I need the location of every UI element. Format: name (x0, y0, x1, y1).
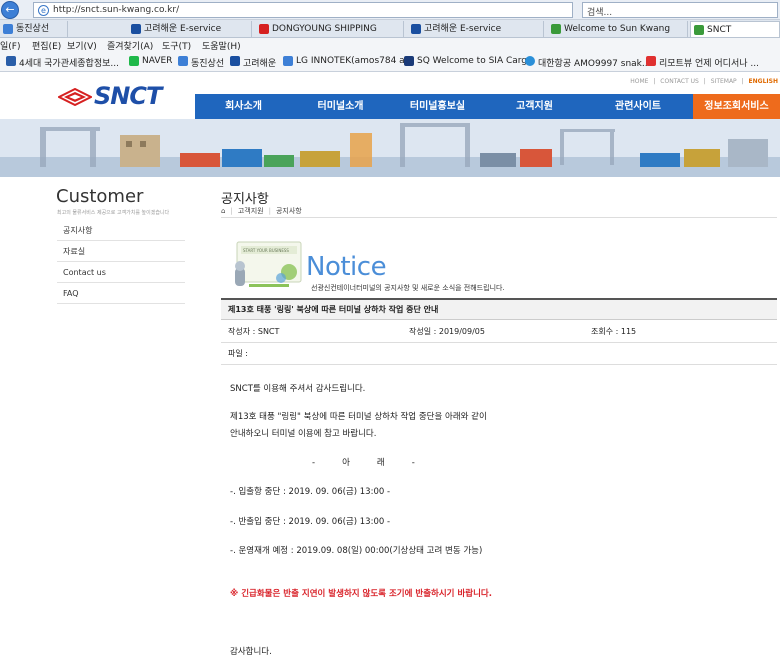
sidebar-item-contact-us[interactable]: Contact us (57, 262, 185, 283)
tab-ckline-2[interactable]: 고려해운 E-service (408, 21, 544, 37)
contact-us-link[interactable]: CONTACT US (660, 78, 699, 85)
post-body-line: -. 운영재개 예정 : 2019.09. 08(일) 00:00(기상상태 고… (230, 546, 483, 556)
favorite-korean-air[interactable]: 대한항공 AMO9997 snak... (525, 56, 650, 69)
tab-sunkwang[interactable]: Welcome to Sun Kwang (548, 21, 688, 37)
sidebar-item-faq[interactable]: FAQ (57, 283, 185, 304)
breadcrumb-notice[interactable]: 공지사항 (276, 207, 302, 215)
tab-favicon-icon (411, 24, 421, 34)
post-urgent-notice: ※ 긴급화물은 반출 지연이 발생하지 않도록 조기에 반출하시기 바랍니다. (230, 589, 492, 599)
favorite-lginnotek[interactable]: LG INNOTEK(amos784 a... (283, 56, 413, 66)
sidebar-subtitle: 최고의 물류서비스 제공으로 고객가치를 높이겠습니다 (57, 210, 170, 216)
terminal-banner-image (0, 119, 780, 177)
favorite-icon (178, 56, 188, 66)
notice-description: 선광신컨테이너터미널의 공지사항 및 새로운 소식을 전해드립니다. (311, 284, 505, 292)
favorite-dongjin[interactable]: 동진상선 (178, 56, 224, 69)
tab-favicon-icon (3, 24, 13, 34)
nav-pr[interactable]: 터미널홍보실 (389, 94, 486, 119)
menu-edit[interactable]: 편집(E) (32, 39, 61, 52)
notice-illustration-icon: START YOUR BUSINESS (235, 241, 302, 287)
favorite-icon (404, 56, 414, 66)
ie-page-icon: e (38, 5, 49, 16)
page-title: 공지사항 (221, 192, 269, 207)
main-navigation: 회사소개 터미널소개 터미널홍보실 고객지원 관련사이트 정보조회서비스 (195, 94, 780, 119)
menu-favorites[interactable]: 즐겨찾기(A) (107, 39, 153, 52)
favorite-remoteview[interactable]: 리모트뷰 언제 어디서나 ... (646, 56, 759, 69)
sidebar-item-archive[interactable]: 자료실 (57, 241, 185, 262)
post-body-heading: - 아 래 - (312, 458, 415, 468)
favorite-icon (525, 56, 535, 66)
tab-favicon-icon (259, 24, 269, 34)
post-file-row: 파일 : (221, 343, 777, 365)
menu-file[interactable]: 일(F) (0, 39, 20, 52)
breadcrumb-customer-support[interactable]: 고객지원 (238, 207, 264, 215)
post-body-line: -. 입출항 중단 : 2019. 09. 06(금) 13:00 - (230, 487, 391, 497)
home-link[interactable]: HOME (630, 78, 648, 85)
favorite-ckline[interactable]: 고려해운 (230, 56, 276, 69)
title-divider (221, 217, 777, 218)
favorite-icon (646, 56, 656, 66)
top-utility-links: HOME | CONTACT US | SITEMAP | ENGLISH (630, 78, 778, 85)
favorite-sia-cargo[interactable]: SQ Welcome to SIA Cargo (404, 56, 533, 66)
nav-company[interactable]: 회사소개 (195, 94, 292, 119)
menu-tools[interactable]: 도구(T) (162, 39, 191, 52)
nav-info-service[interactable]: 정보조회서비스 (693, 94, 780, 119)
tab-bar: 동진상선 고려해운 E-service DONGYOUNG SHIPPING 고… (0, 20, 780, 38)
post-body-line: 안내하오니 터미널 이용에 참고 바랍니다. (230, 429, 377, 439)
post-views: 조회수 : 115 (591, 327, 637, 336)
sidebar-title: Customer (56, 186, 144, 207)
home-icon[interactable]: ⌂ (221, 207, 225, 215)
sitemap-link[interactable]: SITEMAP (711, 78, 737, 85)
web-page: HOME | CONTACT US | SITEMAP | ENGLISH SN… (0, 72, 780, 659)
tab-dongyoung[interactable]: DONGYOUNG SHIPPING (256, 21, 404, 37)
sidebar-item-notice[interactable]: 공지사항 (57, 220, 185, 241)
favorite-icon (230, 56, 240, 66)
address-text: http://snct.sun-kwang.co.kr/ (53, 5, 180, 15)
post-body-line: 제13호 태풍 "링링" 북상에 따른 터미널 상하차 작업 중단을 아래와 같… (230, 412, 487, 422)
notice-heading: Notice (306, 252, 387, 282)
nav-terminal[interactable]: 터미널소개 (292, 94, 389, 119)
tab-favicon-icon (131, 24, 141, 34)
banner-illustration (0, 119, 780, 177)
search-placeholder: 검색... (587, 8, 613, 18)
nav-customer-support[interactable]: 고객지원 (486, 94, 583, 119)
back-button[interactable]: ← (1, 1, 19, 19)
post-author: 작성자 : SNCT (228, 327, 280, 336)
favorite-icon (283, 56, 293, 66)
tab-ckline-1[interactable]: 고려해운 E-service (128, 21, 252, 37)
post-meta: 작성자 : SNCT 작성일 : 2019/09/05 조회수 : 115 (221, 320, 777, 343)
tab-favicon-icon (551, 24, 561, 34)
tab-snct[interactable]: SNCT (690, 21, 780, 37)
search-input[interactable]: 검색... (582, 2, 778, 18)
favorite-unipass[interactable]: 4세대 국가관세종합정보... (6, 56, 119, 69)
logo-mark-icon (58, 88, 92, 106)
post-closing: 감사합니다. (230, 647, 272, 657)
menu-help[interactable]: 도움말(H) (202, 39, 241, 52)
menu-bar: 일(F) 편집(E) 보기(V) 즐겨찾기(A) 도구(T) 도움말(H) (0, 38, 780, 52)
post-subject: 제13호 태풍 '링링' 북상에 따른 터미널 상하차 작업 중단 안내 (221, 298, 777, 320)
post-date: 작성일 : 2019/09/05 (409, 327, 485, 336)
nav-related-sites[interactable]: 관련사이트 (583, 94, 693, 119)
logo-text: SNCT (94, 82, 162, 110)
breadcrumb: ⌂ | 고객지원 | 공지사항 (221, 207, 302, 215)
favorite-naver[interactable]: NAVER (129, 56, 172, 66)
favorite-icon (6, 56, 16, 66)
english-link[interactable]: ENGLISH (749, 78, 778, 85)
post-body-line: SNCT를 이용해 주셔서 감사드립니다. (230, 384, 366, 394)
tab-favicon-icon (694, 25, 704, 35)
notice-art-caption: START YOUR BUSINESS (243, 248, 289, 253)
browser-address-row: ← e http://snct.sun-kwang.co.kr/ 검색... (0, 0, 780, 20)
address-bar[interactable]: e http://snct.sun-kwang.co.kr/ (33, 2, 573, 18)
post-body-line: -. 반출입 중단 : 2019. 09. 06(금) 13:00 - (230, 517, 391, 527)
menu-view[interactable]: 보기(V) (67, 39, 97, 52)
favorites-bar: 4세대 국가관세종합정보... NAVER 동진상선 고려해운 LG INNOT… (0, 52, 780, 72)
favorite-icon (129, 56, 139, 66)
tab-dongjin[interactable]: 동진상선 (0, 21, 68, 37)
